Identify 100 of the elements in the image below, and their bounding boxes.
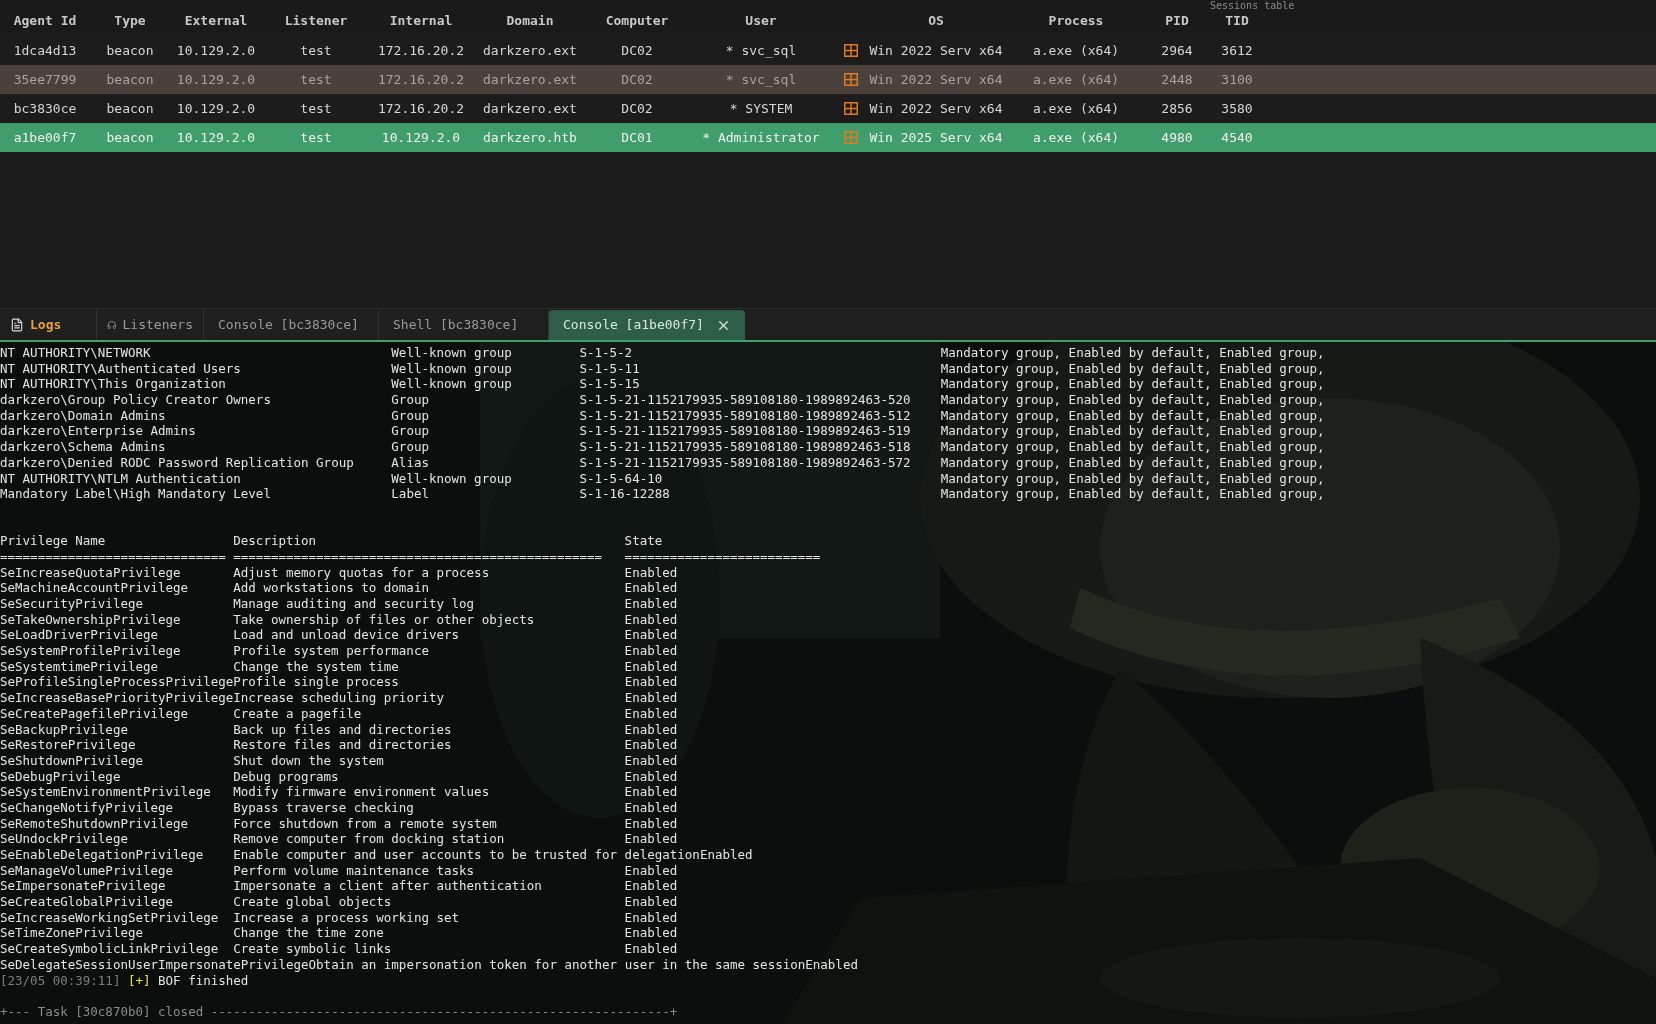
console-text: S-1-5-21-1152179935-589108180-1989892463-572 xyxy=(579,454,912,471)
console-text: S-1-5-21-1152179935-589108180-1989892463-519 xyxy=(579,423,912,440)
timestamp: [23/05 00:39:11] xyxy=(0,972,121,989)
table-cell-text: a.exe (x64) xyxy=(1032,128,1120,147)
console-text: Impersonate a client after authentication xyxy=(233,878,543,895)
console-text: Mandatory group, Enabled by default, Enabled group, xyxy=(940,454,1325,471)
table-cell-text: Win 2022 Serv x64 xyxy=(869,70,1003,89)
column-header: OS xyxy=(928,11,944,30)
console-text: Well-known group xyxy=(391,345,513,361)
console-text: SeProfileSingleProcessPrivilege xyxy=(0,674,234,691)
windows-icon xyxy=(844,73,858,86)
console-text: Create global objects xyxy=(233,894,393,910)
console-text: Profile single process xyxy=(233,674,400,691)
console-text: Enabled xyxy=(805,956,858,973)
console-text: Enabled xyxy=(624,909,678,926)
console-text: Enabled xyxy=(624,658,678,675)
console-text: SeDelegateSessionUserImpersonatePrivilege xyxy=(0,956,309,973)
console-text: S-1-5-21-1152179935-589108180-1989892463-520 xyxy=(579,392,912,408)
console-text: Enable computer and user accounts to be trusted for delegation xyxy=(233,847,700,863)
console-text: Mandatory group, Enabled by default, Enabled group, xyxy=(940,392,1325,408)
console-text: SeIncreaseWorkingSetPrivilege xyxy=(0,909,220,926)
table-row[interactable]: a1be00f7 beacon 10.129.2.0 test 10.129.2.0 darkzero.htb DC01 * Administrator Win 2025 Serv x64 a.exe (x64) 4980 4540 xyxy=(0,123,1656,152)
panel-title: Sessions table xyxy=(1210,0,1295,11)
console-text: darkzero\Domain Admins xyxy=(0,407,167,424)
console-text: Group xyxy=(391,392,430,408)
console-text: ============================== xyxy=(0,548,227,565)
console-text: Well-known group xyxy=(391,360,513,377)
console-text: Group xyxy=(391,407,430,424)
console-text: +--- Task [30c870b0] closed -------------------------------------------------------------+ xyxy=(0,1003,678,1020)
console-text: Enabled xyxy=(624,768,678,785)
table-cell-text: 10.129.2.0 xyxy=(176,41,256,60)
console-text: NT AUTHORITY\NTLM Authentication xyxy=(0,470,242,487)
console-text: Manage auditing and security log xyxy=(233,596,476,612)
console-text: Force shutdown from a remote system xyxy=(233,815,498,832)
table-cell-text: 10.129.2.0 xyxy=(176,99,256,118)
console-text: SeMachineAccountPrivilege xyxy=(0,580,190,596)
console-text: BOF finished xyxy=(158,972,249,989)
console-text: SeTakeOwnershipPrivilege xyxy=(0,611,182,628)
console-text: Mandatory group, Enabled by default, Enabled group, xyxy=(940,407,1325,424)
console-text: Enabled xyxy=(624,784,678,800)
table-cell-text: a.exe (x64) xyxy=(1032,41,1120,60)
console-text: SeBackupPrivilege xyxy=(0,721,129,738)
windows-icon xyxy=(844,44,858,57)
table-cell-text: 3100 xyxy=(1221,70,1253,89)
console-text: Bypass traverse checking xyxy=(233,799,415,816)
table-cell-text: bc3830ce xyxy=(13,99,77,118)
console-text: Enabled xyxy=(624,611,678,628)
console-text: Enabled xyxy=(624,925,678,942)
table-cell-text: test xyxy=(300,128,332,147)
console-text: Mandatory group, Enabled by default, Enabled group, xyxy=(940,423,1325,440)
table-cell-text: 2964 xyxy=(1161,41,1193,60)
console-text: S-1-5-64-10 xyxy=(579,470,664,487)
console-text: Group xyxy=(391,439,430,455)
table-cell-text: * SYSTEM xyxy=(729,99,793,118)
console-text: S-1-5-2 xyxy=(579,345,634,361)
table-cell-text: beacon xyxy=(106,99,154,118)
console-text: NT AUTHORITY\Authenticated Users xyxy=(0,360,242,377)
table-cell-text: 4980 xyxy=(1161,128,1193,147)
console-text: ================================================= xyxy=(233,548,604,565)
table-cell-text: darkzero.ext xyxy=(483,41,577,60)
table-cell-text: 2448 xyxy=(1161,70,1193,89)
console-text: SeManageVolumePrivilege xyxy=(0,862,175,879)
console-text: Enabled xyxy=(624,627,678,644)
console-text: State xyxy=(624,533,663,549)
table-cell-text: darkzero.ext xyxy=(483,99,577,118)
column-header: Agent Id xyxy=(13,11,77,30)
console-text: darkzero\Schema Admins xyxy=(0,439,167,455)
console-text: Mandatory Label\High Mandatory Level xyxy=(0,486,272,502)
console-text: Take ownership of files or other objects xyxy=(233,611,536,628)
tab[interactable]: Console [a1be00f7] xyxy=(549,310,745,340)
console-text: SeSystemtimePrivilege xyxy=(0,658,160,675)
console-text: Adjust memory quotas for a process xyxy=(233,564,491,581)
console-text: Create symbolic links xyxy=(233,941,393,957)
console-text: SeSystemEnvironmentPrivilege xyxy=(0,784,212,800)
table-row[interactable]: 35ee7799 beacon 10.129.2.0 test 172.16.20.2 darkzero.ext DC02 * svc_sql Win 2022 Serv x64 a.exe (x64) 2448 3100 xyxy=(0,65,1656,94)
console-text: Load and unload device drivers xyxy=(233,627,461,644)
console-text: Enabled xyxy=(624,799,678,816)
table-cell-text: Win 2022 Serv x64 xyxy=(869,99,1003,118)
console-text: Enabled xyxy=(624,737,678,753)
console-text: S-1-16-12288 xyxy=(579,486,671,502)
console-text: Enabled xyxy=(624,643,678,659)
console-text: Mandatory group, Enabled by default, Enabled group, xyxy=(940,470,1325,487)
console-text: SeSecurityPrivilege xyxy=(0,596,144,612)
table-cell-text: * svc_sql xyxy=(725,70,797,89)
column-header: Domain xyxy=(506,11,554,30)
console-text: Mandatory group, Enabled by default, Enabled group, xyxy=(940,486,1325,502)
table-cell-text: test xyxy=(300,70,332,89)
table-cell-text: beacon xyxy=(106,70,154,89)
console-text: Enabled xyxy=(624,564,678,581)
console-text: SeIncreaseBasePriorityPrivilege xyxy=(0,690,234,706)
console-text: SeCreateSymbolicLinkPrivilege xyxy=(0,941,220,957)
console-text: Restore files and directories xyxy=(233,737,453,753)
console-text: Enabled xyxy=(624,674,678,691)
table-cell-text: test xyxy=(300,41,332,60)
console-text: ========================== xyxy=(624,548,821,565)
console-text: NT AUTHORITY\NETWORK xyxy=(0,345,152,361)
console-text: Enabled xyxy=(624,721,678,738)
console-text: SeIncreaseQuotaPrivilege xyxy=(0,564,182,581)
table-cell-text: * Administrator xyxy=(702,128,820,147)
console-text: SeRestorePrivilege xyxy=(0,737,137,753)
